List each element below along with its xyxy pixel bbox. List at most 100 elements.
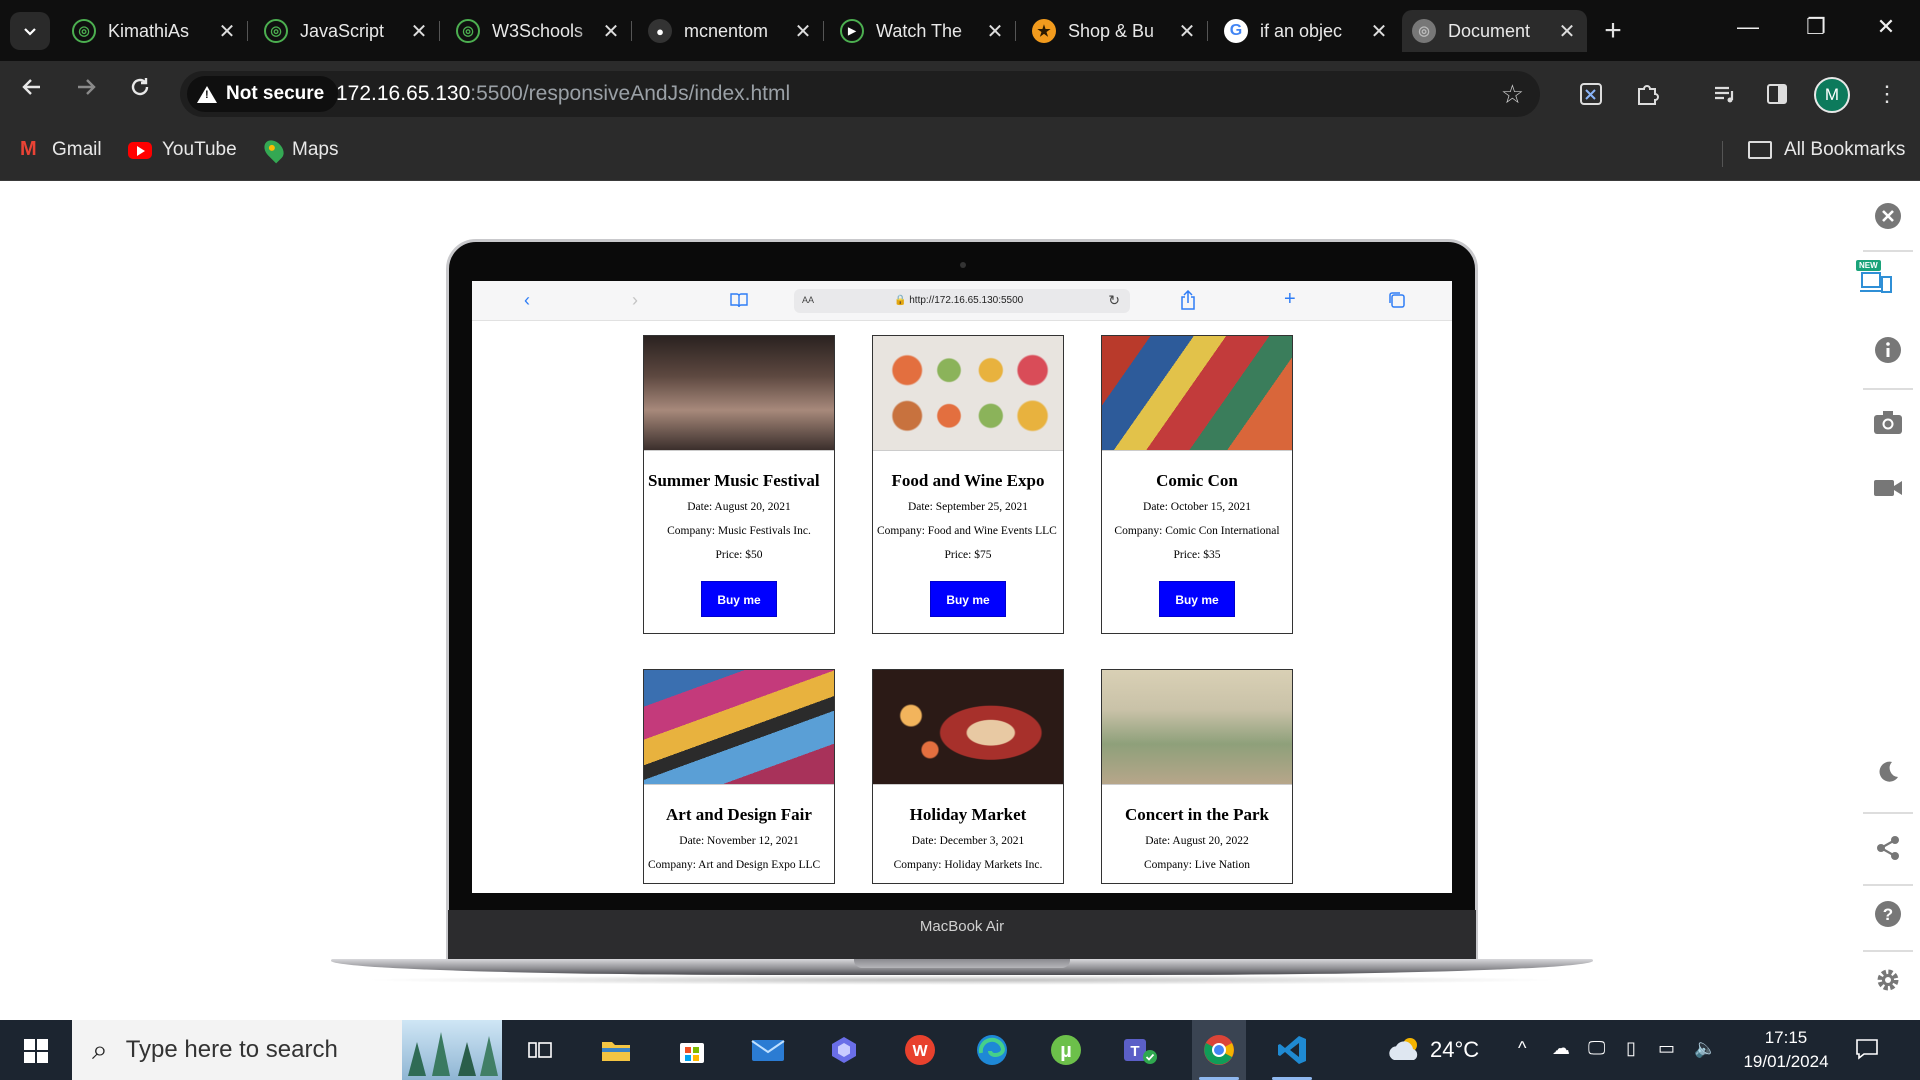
tab-title: KimathiAs bbox=[108, 20, 190, 41]
meet-now-icon[interactable]: ▯ bbox=[1626, 1038, 1636, 1059]
info-icon[interactable] bbox=[1872, 334, 1904, 366]
all-bookmarks-button[interactable]: All Bookmarks bbox=[1748, 139, 1905, 161]
tab-6[interactable]: G if an objec ✕ bbox=[1214, 10, 1399, 52]
back-button[interactable] bbox=[14, 75, 50, 106]
share-icon[interactable] bbox=[1180, 289, 1196, 315]
dark-mode-moon-icon[interactable] bbox=[1872, 756, 1904, 788]
book-icon[interactable] bbox=[730, 292, 748, 312]
restore-button[interactable]: ❐ bbox=[1796, 14, 1836, 40]
security-chip[interactable]: Not secure bbox=[187, 76, 339, 112]
battery-icon[interactable]: ▭ bbox=[1658, 1038, 1675, 1059]
tab-3[interactable]: ● mcnentom ✕ bbox=[638, 10, 824, 52]
close-icon[interactable]: ✕ bbox=[1557, 19, 1577, 44]
side-panel-icon[interactable] bbox=[1760, 77, 1794, 111]
network-icon[interactable]: 🖵 bbox=[1588, 1038, 1605, 1059]
close-icon[interactable]: ✕ bbox=[985, 19, 1005, 44]
close-icon[interactable]: ✕ bbox=[217, 19, 237, 44]
buy-button[interactable]: Buy me bbox=[701, 581, 777, 617]
tab-0[interactable]: ◎ KimathiAs ✕ bbox=[62, 10, 248, 52]
close-icon[interactable]: ✕ bbox=[793, 19, 813, 44]
close-icon[interactable]: ✕ bbox=[1369, 19, 1389, 44]
search-highlight-art bbox=[402, 1020, 502, 1080]
bookmark-youtube[interactable]: YouTube bbox=[128, 139, 237, 161]
bookmark-star-icon[interactable]: ☆ bbox=[1501, 79, 1524, 110]
wps-office-icon[interactable]: W bbox=[898, 1030, 942, 1070]
event-card: Comic Con Date: October 15, 2021 Company… bbox=[1101, 335, 1293, 634]
windows-taskbar: ⌕ Type here to search W µ T 24°C ^ ☁ 🖵 ▯… bbox=[0, 1020, 1920, 1080]
plus-icon[interactable]: + bbox=[1284, 288, 1296, 311]
microsoft-store-icon[interactable] bbox=[670, 1030, 714, 1070]
system-clock[interactable]: 17:15 19/01/2024 bbox=[1736, 1026, 1836, 1074]
settings-gear-icon[interactable] bbox=[1872, 964, 1904, 996]
close-circle-icon[interactable] bbox=[1872, 200, 1904, 232]
tab-7-active[interactable]: ◎ Document ✕ bbox=[1402, 10, 1587, 52]
bookmark-maps[interactable]: Maps bbox=[260, 136, 338, 164]
windows-start-icon[interactable] bbox=[24, 1039, 48, 1063]
forward-button[interactable] bbox=[68, 75, 104, 106]
video-camera-icon[interactable] bbox=[1872, 472, 1904, 504]
chrome-taskbar-button[interactable] bbox=[1192, 1020, 1246, 1080]
edge-browser-icon[interactable] bbox=[970, 1030, 1014, 1070]
help-icon[interactable]: ? bbox=[1872, 898, 1904, 930]
new-tab-button[interactable]: + bbox=[1595, 14, 1631, 48]
safari-url-bar[interactable]: AA 🔒 http://172.16.65.130:5500 ↻ bbox=[794, 289, 1130, 313]
copilot-icon[interactable] bbox=[822, 1030, 866, 1070]
share-nodes-icon[interactable] bbox=[1872, 832, 1904, 864]
teams-icon[interactable]: T bbox=[1118, 1030, 1162, 1070]
chevron-right-icon[interactable]: › bbox=[632, 290, 638, 311]
new-feature-icon[interactable]: NEW bbox=[1856, 260, 1896, 294]
mail-icon[interactable] bbox=[746, 1030, 790, 1070]
task-view-glyph bbox=[528, 1042, 552, 1058]
tab-title: Shop & Bu bbox=[1068, 20, 1155, 41]
hexagon-app-icon bbox=[832, 1037, 856, 1063]
file-explorer-icon[interactable] bbox=[594, 1030, 638, 1070]
tab-title: Document bbox=[1448, 20, 1531, 41]
event-date: Date: August 20, 2021 bbox=[687, 501, 791, 513]
reload-button[interactable] bbox=[122, 75, 158, 106]
window-close-button[interactable]: ✕ bbox=[1866, 14, 1906, 40]
task-view-icon[interactable] bbox=[518, 1030, 562, 1070]
media-controls-icon[interactable] bbox=[1708, 77, 1742, 111]
security-label: Not secure bbox=[226, 83, 325, 104]
reader-aa[interactable]: AA bbox=[802, 295, 814, 305]
extensions-puzzle-icon[interactable] bbox=[1630, 77, 1664, 111]
onedrive-icon[interactable]: ☁ bbox=[1552, 1038, 1570, 1059]
tab-5[interactable]: ★ Shop & Bu ✕ bbox=[1022, 10, 1208, 52]
weather-icon[interactable] bbox=[1386, 1034, 1426, 1069]
utorrent-icon[interactable]: µ bbox=[1044, 1030, 1088, 1070]
tab-search-button[interactable] bbox=[10, 12, 50, 50]
volume-icon[interactable]: 🔈 bbox=[1694, 1038, 1716, 1059]
profile-avatar[interactable]: M bbox=[1814, 77, 1850, 113]
camera-icon[interactable] bbox=[1872, 406, 1904, 438]
event-title: Concert in the Park bbox=[1124, 805, 1269, 824]
devices-icon bbox=[1860, 272, 1892, 293]
safari-reload-icon[interactable]: ↻ bbox=[1108, 292, 1120, 309]
weather-temp[interactable]: 24°C bbox=[1430, 1037, 1479, 1063]
x-circle-icon bbox=[1875, 203, 1901, 229]
vscode-icon[interactable] bbox=[1270, 1030, 1314, 1080]
side-divider bbox=[1863, 388, 1913, 390]
bookmark-gmail[interactable]: Gmail bbox=[20, 138, 102, 161]
safari-toolbar: ‹ › AA 🔒 http://172.16.65.130:5500 ↻ + bbox=[472, 281, 1452, 321]
address-bar[interactable]: Not secure 172.16.65.130:5500/responsive… bbox=[180, 71, 1540, 117]
close-icon[interactable]: ✕ bbox=[601, 19, 621, 44]
tab-4[interactable]: ▶ Watch The ✕ bbox=[830, 10, 1016, 52]
close-icon[interactable]: ✕ bbox=[1177, 19, 1197, 44]
chevron-up-icon[interactable]: ^ bbox=[1518, 1038, 1526, 1059]
translate-extension-icon[interactable] bbox=[1574, 77, 1608, 111]
page-content: MacBook Air ‹ › AA 🔒 http://172.16.65.13… bbox=[0, 182, 1920, 1020]
menu-kebab-icon[interactable]: ⋮ bbox=[1870, 77, 1904, 111]
buy-button[interactable]: Buy me bbox=[930, 581, 1006, 617]
close-icon[interactable]: ✕ bbox=[409, 19, 429, 44]
tabs-overview-icon[interactable] bbox=[1388, 291, 1406, 314]
notifications-icon[interactable] bbox=[1854, 1036, 1880, 1067]
safari-url-text: 🔒 http://172.16.65.130:5500 bbox=[894, 295, 1024, 306]
chevron-left-icon[interactable]: ‹ bbox=[524, 290, 530, 311]
buy-button[interactable]: Buy me bbox=[1159, 581, 1235, 617]
arrow-right-icon bbox=[78, 79, 96, 95]
minimize-button[interactable]: — bbox=[1728, 14, 1768, 40]
tab-1[interactable]: ◎ JavaScript ✕ bbox=[254, 10, 440, 52]
tab-title: JavaScript bbox=[300, 20, 385, 41]
tab-2[interactable]: ◎ W3Schools ✕ bbox=[446, 10, 632, 52]
url-text[interactable]: 172.16.65.130:5500/responsiveAndJs/index… bbox=[336, 82, 790, 106]
